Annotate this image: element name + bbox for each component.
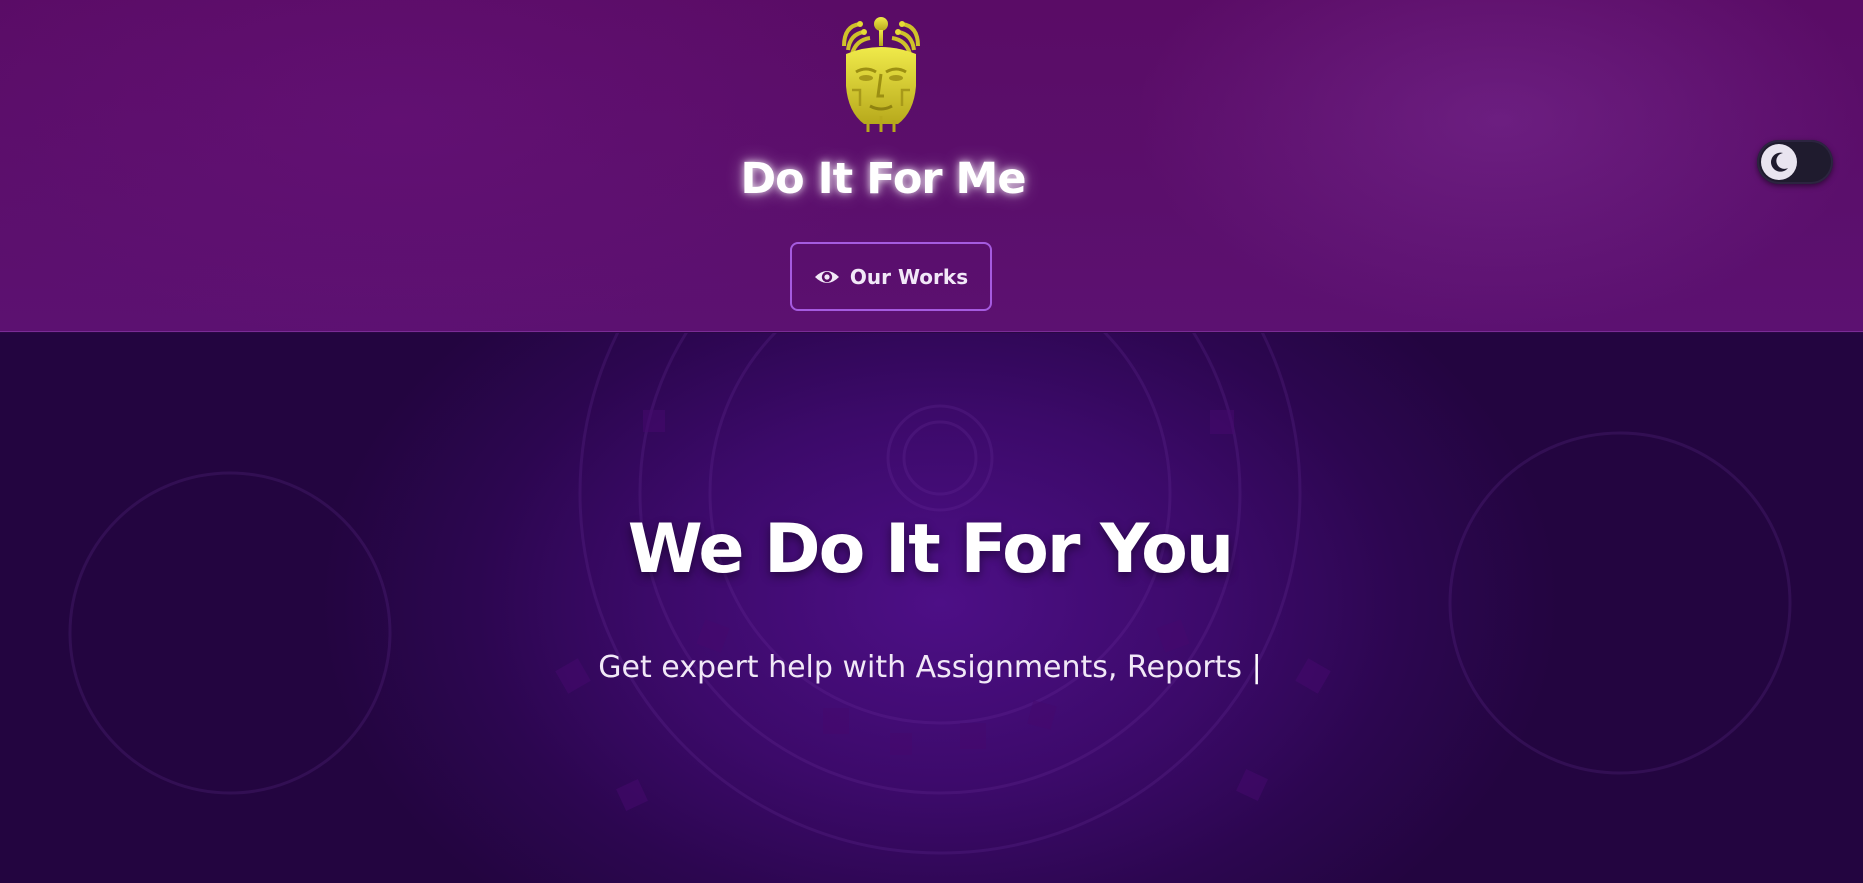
our-works-button[interactable]: Our Works xyxy=(790,242,992,311)
eye-icon xyxy=(814,267,840,287)
decorative-gear-background xyxy=(68,333,1792,855)
moon-icon xyxy=(1761,144,1797,180)
brand-title: Do It For Me xyxy=(740,154,1026,204)
hero-section: We Do It For You Get expert help with As… xyxy=(0,333,1863,883)
golden-mask-logo-icon[interactable] xyxy=(838,16,924,134)
typing-cursor: | xyxy=(1251,650,1262,685)
hero-title: We Do It For You xyxy=(627,510,1234,589)
our-works-label: Our Works xyxy=(849,264,969,289)
hero-subtitle: Get expert help with Assignments, Report… xyxy=(598,650,1243,685)
theme-toggle[interactable] xyxy=(1757,140,1833,184)
site-header: Do It For Me Our Works xyxy=(0,0,1863,332)
hero-subtitle-wrapper: Get expert help with Assignments, Report… xyxy=(430,650,1430,685)
page: Do It For Me Our Works We Do It For You … xyxy=(0,0,1863,883)
